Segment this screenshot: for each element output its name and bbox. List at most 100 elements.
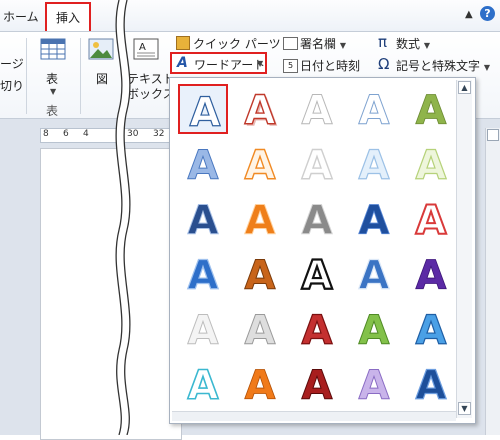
wordart-style-red-3d[interactable]: A — [292, 304, 342, 354]
signature-line-button[interactable]: 署名欄 ▼ — [300, 35, 346, 52]
table-button-label[interactable]: 表 — [46, 70, 58, 87]
gallery-resize-grip[interactable] — [172, 411, 456, 421]
svg-text:A: A — [416, 198, 447, 244]
wordart-style-lightblue-soft[interactable]: A — [349, 139, 399, 189]
symbols-button[interactable]: 記号と特殊文字 ▼ — [396, 57, 490, 74]
svg-text:A: A — [245, 363, 276, 409]
svg-text:A: A — [245, 308, 276, 354]
wordart-letter-icon: A — [244, 142, 276, 189]
wordart-style-white-soft[interactable]: A — [292, 139, 342, 189]
wordart-letter-icon: A — [415, 88, 447, 135]
svg-text:A: A — [359, 308, 390, 354]
tab-insert[interactable]: 挿入 — [45, 2, 92, 31]
svg-text:A: A — [188, 198, 219, 244]
equation-button[interactable]: 数式 ▼ — [396, 35, 430, 52]
wordart-style-orange-glow[interactable]: A — [235, 139, 285, 189]
ruler-tick: 4 — [83, 129, 89, 139]
wordart-style-blue-reflect[interactable]: A — [349, 249, 399, 299]
svg-text:A: A — [190, 90, 221, 136]
wordart-style-navy-bevel[interactable]: A — [178, 194, 228, 245]
wordart-style-blue-solid[interactable]: A — [178, 249, 228, 299]
wordart-style-blue-gradient[interactable]: A — [178, 139, 228, 190]
wordart-style-red-outline[interactable]: A — [406, 194, 456, 245]
ruler-toggle-icon[interactable] — [487, 129, 499, 141]
quick-parts-icon[interactable] — [176, 36, 190, 50]
wordart-style-silver-light[interactable]: A — [178, 304, 228, 355]
gallery-scroll-up-icon[interactable]: ▲ — [458, 81, 471, 94]
wordart-label: ワードアート — [194, 58, 266, 72]
wordart-button[interactable]: A ワードアート ▼ — [170, 52, 267, 74]
svg-text:A: A — [416, 363, 447, 409]
svg-text:A: A — [416, 143, 447, 189]
wordart-style-lavender[interactable]: A — [349, 359, 399, 410]
wordart-style-red-shadow[interactable]: A A — [235, 84, 285, 136]
wordart-style-green-3d[interactable]: A — [349, 304, 399, 355]
wordart-style-orange-solid[interactable]: A — [235, 359, 285, 410]
wordart-style-blue-deep[interactable]: A — [406, 359, 456, 409]
wordart-style-orange-chrome[interactable]: A — [235, 249, 285, 300]
wordart-style-white-outline[interactable]: A — [292, 84, 342, 135]
wordart-style-white-blue[interactable]: A — [349, 84, 399, 135]
svg-text:A: A — [245, 253, 276, 299]
wordart-letter-icon: A — [415, 253, 447, 300]
wordart-letter-icon: A A — [244, 87, 278, 136]
svg-text:A: A — [188, 143, 219, 189]
table-dropdown-arrow-icon[interactable]: ▼ — [50, 87, 56, 96]
wordart-letter-icon: A — [187, 143, 219, 190]
svg-text:A: A — [188, 253, 219, 299]
svg-text:A: A — [302, 363, 333, 409]
wordart-letter-icon: A — [301, 198, 333, 245]
gallery-scroll-down-icon[interactable]: ▼ — [458, 402, 471, 415]
svg-text:A: A — [302, 253, 333, 299]
tab-home[interactable]: ホーム — [3, 8, 39, 25]
wordart-style-blue-3d[interactable]: A — [406, 304, 456, 354]
document-vertical-scrollbar[interactable] — [485, 128, 500, 435]
table-icon[interactable] — [40, 38, 66, 60]
wordart-letter-icon: A — [187, 252, 219, 299]
wordart-letter-icon: A — [415, 142, 447, 189]
wordart-letter-icon: A — [244, 363, 276, 410]
page-break-label-2[interactable]: 切り — [0, 77, 24, 94]
help-icon[interactable]: ? — [480, 6, 495, 21]
quick-parts-button[interactable]: クイック パーツ ▼ — [193, 35, 291, 52]
date-time-icon[interactable]: 5 — [283, 59, 298, 73]
wordart-letter-icon: A — [415, 197, 448, 245]
wordart-letter-icon: A — [244, 198, 276, 245]
wordart-style-red-dark[interactable]: A — [292, 359, 342, 410]
date-time-button[interactable]: 日付と時刻 — [300, 57, 360, 74]
svg-text:A: A — [245, 88, 276, 134]
svg-text:A: A — [302, 88, 333, 134]
wordart-style-blue-fill[interactable]: A — [349, 194, 399, 245]
wordart-style-black-white[interactable]: A — [292, 249, 342, 300]
signature-line-icon[interactable] — [283, 37, 298, 50]
wordart-letter-icon: A — [358, 142, 390, 189]
wordart-style-purple-reflect[interactable]: A — [406, 249, 456, 300]
group-divider — [26, 38, 27, 114]
omega-icon[interactable]: Ω — [378, 55, 389, 73]
wordart-gallery: A A A A A A A A A A A A A A A A A A A A … — [169, 77, 476, 424]
svg-text:A: A — [359, 363, 390, 409]
svg-text:A: A — [188, 308, 219, 354]
group-divider — [80, 38, 81, 114]
wordart-dropdown-arrow-icon: ▼ — [257, 59, 264, 68]
ribbon-collapse-caret-icon[interactable]: ▲ — [465, 9, 473, 20]
wordart-letter-icon: A — [301, 142, 333, 189]
wordart-letter-icon: A — [415, 307, 447, 354]
svg-text:A: A — [416, 253, 447, 299]
gallery-scrollbar[interactable]: ▲ ▼ — [456, 80, 472, 418]
svg-text:A: A — [359, 253, 390, 299]
wordart-style-orange-bevel[interactable]: A — [235, 194, 285, 245]
ruler-tick: 6 — [63, 129, 69, 139]
wordart-style-gray-metal[interactable]: A — [292, 194, 342, 245]
wordart-style-outline-blue[interactable]: A — [178, 84, 228, 137]
wordart-letter-icon: A — [415, 362, 447, 409]
wordart-letter-icon: A — [187, 362, 220, 410]
pi-icon[interactable]: π — [378, 33, 387, 51]
wordart-letter-icon: A — [187, 308, 219, 355]
wordart-style-silver-gray[interactable]: A — [235, 304, 285, 355]
page-break-label[interactable]: ージ — [0, 55, 24, 72]
wordart-letter-icon: A — [187, 198, 219, 245]
wordart-style-green-olive[interactable]: A — [406, 84, 456, 135]
wordart-style-cyan-outline[interactable]: A — [178, 359, 228, 410]
wordart-style-lightgreen-soft[interactable]: A — [406, 139, 456, 189]
